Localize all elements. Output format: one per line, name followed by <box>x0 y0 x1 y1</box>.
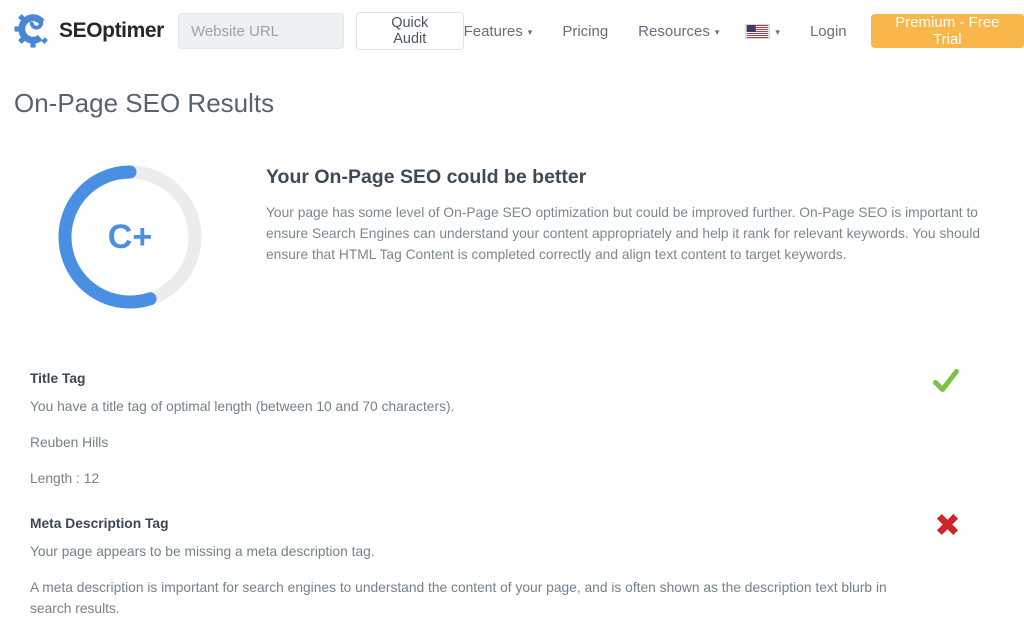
grade-gauge: C+ <box>58 165 202 309</box>
main-content: On-Page SEO Results C+ Your On-Page SEO … <box>0 88 1024 619</box>
login-link[interactable]: Login <box>810 23 847 40</box>
chevron-down-icon: ▾ <box>715 25 720 38</box>
check-text: Reuben Hills <box>30 432 920 453</box>
nav-link-features[interactable]: Features ▾ <box>464 23 533 40</box>
premium-free-trial-button[interactable]: Premium - Free Trial <box>871 14 1024 48</box>
check-text: A meta description is important for sear… <box>30 577 920 619</box>
nav-link-label: Features <box>464 23 523 40</box>
language-dropdown[interactable]: ▾ <box>745 24 780 39</box>
cross-icon <box>935 512 960 542</box>
check-icon <box>932 367 960 400</box>
page-title: On-Page SEO Results <box>14 88 1024 119</box>
nav-link-pricing[interactable]: Pricing <box>562 23 608 40</box>
check-heading: Meta Description Tag <box>30 516 960 531</box>
seoptimer-logo[interactable]: SEOptimer <box>14 10 164 53</box>
check-lines: You have a title tag of optimal length (… <box>30 396 960 489</box>
chevron-down-icon: ▾ <box>528 25 533 38</box>
quick-audit-button[interactable]: Quick Audit <box>356 12 464 50</box>
nav-right: Features ▾ Pricing Resources ▾ <box>464 14 1024 48</box>
seoptimer-gear-icon <box>14 10 52 53</box>
seo-check-section: Meta Description Tag Your page appears t… <box>30 516 960 619</box>
nav-link-label: Resources <box>638 23 710 40</box>
website-url-input[interactable] <box>178 13 344 49</box>
score-heading: Your On-Page SEO could be better <box>266 166 1014 189</box>
nav-link-label: Pricing <box>562 23 608 40</box>
check-lines: Your page appears to be missing a meta d… <box>30 541 960 619</box>
chevron-down-icon: ▾ <box>775 25 780 38</box>
navbar: SEOptimer Quick Audit Features ▾ Pricing… <box>0 0 1024 62</box>
check-heading: Title Tag <box>30 371 960 386</box>
check-sections: Title Tag You have a title tag of optima… <box>30 371 960 619</box>
score-description: Your page has some level of On-Page SEO … <box>266 202 1014 265</box>
check-text: Your page appears to be missing a meta d… <box>30 541 920 562</box>
grade-value: C+ <box>58 165 202 309</box>
check-text: You have a title tag of optimal length (… <box>30 396 920 417</box>
score-text: Your On-Page SEO could be better Your pa… <box>266 165 1014 309</box>
brand-name: SEOptimer <box>59 19 164 43</box>
score-summary: C+ Your On-Page SEO could be better Your… <box>58 165 1024 309</box>
nav-menu: Features ▾ Pricing Resources ▾ <box>464 23 720 40</box>
us-flag-icon <box>745 24 770 39</box>
nav-link-resources[interactable]: Resources ▾ <box>638 23 719 40</box>
check-text: Length : 12 <box>30 468 920 489</box>
seo-check-section: Title Tag You have a title tag of optima… <box>30 371 960 489</box>
